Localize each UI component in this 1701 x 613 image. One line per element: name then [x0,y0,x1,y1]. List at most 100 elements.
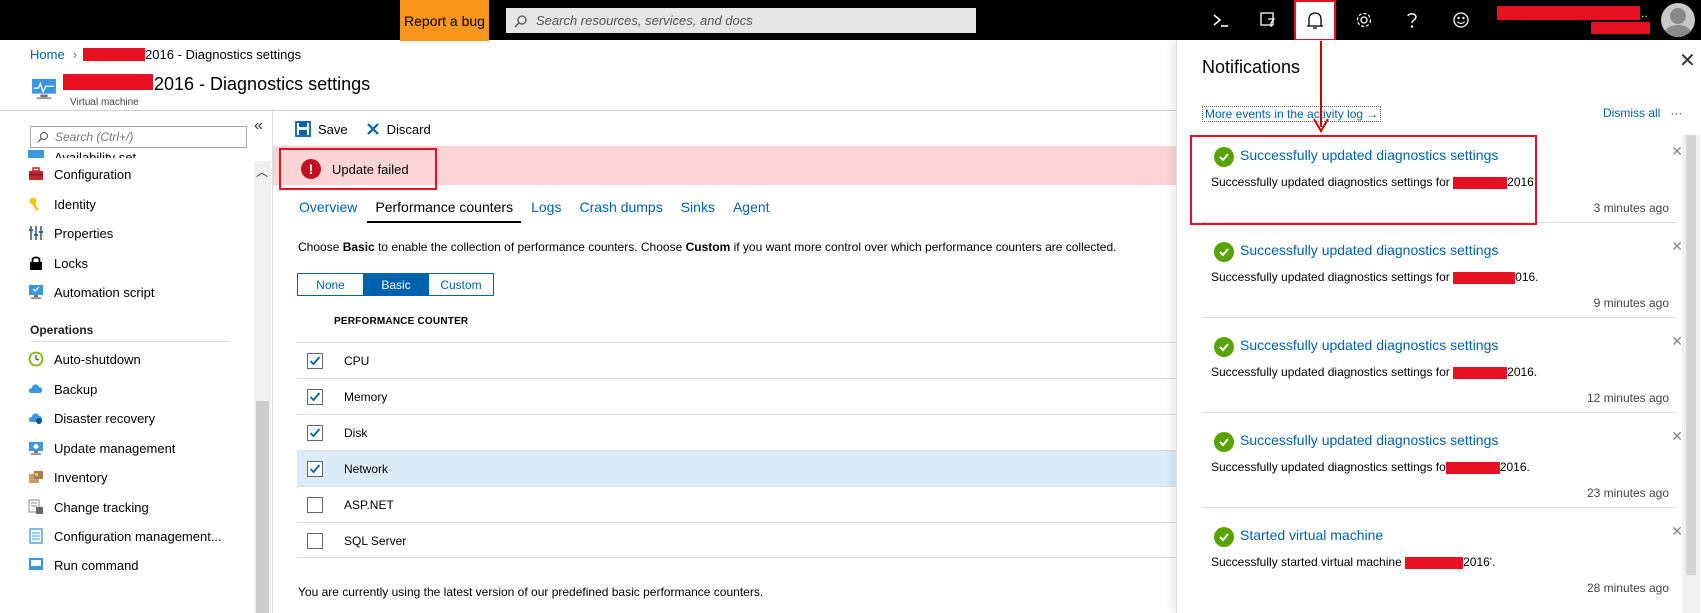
sidebar-item-run-command[interactable]: Run command [28,553,139,577]
search-icon [37,131,49,143]
avatar[interactable] [1661,3,1695,37]
scroll-up-arrow-icon[interactable]: ︿ [256,163,268,180]
redacted-username [1497,6,1640,20]
desc-text: Choose [298,240,343,254]
tab-performance-counters[interactable]: Performance counters [367,199,522,223]
tab-overview[interactable]: Overview [299,199,357,223]
notification-item[interactable]: Successfully updated diagnostics setting… [1202,135,1683,223]
redacted-vm-name [83,48,146,61]
notifications-scrollbar[interactable] [1682,135,1700,613]
sidebar-item-disaster-recovery[interactable]: Disaster recovery [28,406,155,430]
notification-title[interactable]: Successfully updated diagnostics setting… [1240,432,1498,448]
table-row[interactable]: SQL Server [297,522,1176,558]
notification-item[interactable]: Successfully updated diagnostics setting… [1202,420,1683,508]
list-icon [29,528,43,544]
dismiss-all-label: Dismiss all [1603,106,1661,120]
save-button[interactable]: Save [295,121,348,137]
sidebar-item-identity[interactable]: Identity [28,192,96,216]
desc-text: to enable the collection of performance … [374,240,686,254]
mode-custom-button[interactable]: Custom [428,274,493,295]
sidebar-item-label: Properties [54,225,114,241]
sidebar-item-availability-set[interactable]: Availability set [28,144,136,158]
report-bug-button[interactable]: Report a bug [400,0,489,41]
page-subtitle: Virtual machine [70,97,139,108]
sidebar-item-locks[interactable]: Locks [28,251,88,275]
performance-counter-column-header: PERFORMANCE COUNTER [334,316,469,327]
gear-icon [1356,12,1372,28]
global-search[interactable] [506,8,976,33]
sidebar-item-automation-script[interactable]: Automation script [28,280,154,304]
sql-server-checkbox[interactable] [307,532,323,549]
notification-item[interactable]: Successfully updated diagnostics setting… [1202,325,1683,413]
cloud-backup-icon [28,384,43,393]
sidebar-item-backup[interactable]: Backup [28,377,97,401]
tab-sinks[interactable]: Sinks [681,199,715,223]
sidebar-item-configuration[interactable]: Configuration [28,162,131,186]
save-icon [295,121,311,137]
feedback-button[interactable] [1441,0,1481,40]
clock-icon [28,351,44,367]
sidebar-item-configuration-management[interactable]: Configuration management... [28,524,222,548]
close-panel-button[interactable]: ✕ [1679,48,1696,73]
settings-button[interactable] [1344,0,1384,40]
body-text: 016. [1515,270,1539,284]
dismiss-all-button[interactable]: Dismiss all ··· [1603,106,1682,120]
menu-scrollbar-thumb[interactable] [256,401,269,613]
notification-title[interactable]: Successfully updated diagnostics setting… [1240,337,1498,353]
sidebar-item-auto-shutdown[interactable]: Auto-shutdown [28,347,141,371]
notification-body: Successfully started virtual machine 201… [1211,555,1495,569]
notification-item[interactable]: Started virtual machine Successfully sta… [1202,515,1683,603]
error-message: Update failed [332,161,409,177]
notification-title[interactable]: Successfully updated diagnostics setting… [1240,147,1498,163]
tab-logs[interactable]: Logs [531,199,561,223]
network-checkbox[interactable] [307,460,323,477]
sidebar-item-inventory[interactable]: Inventory [28,465,107,489]
discard-label: Discard [386,121,431,137]
notification-title[interactable]: Started virtual machine [1240,527,1383,543]
sidebar-item-label: Automation script [54,284,155,300]
table-row[interactable]: ASP.NET [297,486,1176,522]
menu-scrollbar[interactable]: ︿ [254,161,271,613]
table-row[interactable]: Disk [297,414,1176,450]
breadcrumb-current: 2016 - Diagnostics settings [145,47,302,62]
redacted-vm-name [1453,176,1508,189]
sidebar-item-change-tracking[interactable]: Change tracking [28,495,149,519]
search-input[interactable] [536,13,966,28]
notification-time: 23 minutes ago [1586,486,1669,500]
checkmark-icon [309,427,321,437]
notifications-scrollbar-thumb[interactable] [1686,135,1696,575]
menu-search-input[interactable] [55,130,235,144]
directory-filter-button[interactable] [1248,0,1288,40]
collapse-menu-button[interactable]: « [254,117,263,135]
sidebar-item-properties[interactable]: Properties [28,221,113,245]
breadcrumb-home-link[interactable]: Home [30,47,65,62]
redacted-title-vm-name [63,74,153,90]
cloud-shell-button[interactable] [1201,0,1241,40]
error-highlight: ! Update failed [279,148,437,190]
notification-item[interactable]: Successfully updated diagnostics setting… [1202,230,1683,318]
mode-none-button[interactable]: None [298,274,363,295]
memory-checkbox[interactable] [307,388,323,405]
command-bar: Save Discard [295,121,449,137]
counter-label: ASP.NET [344,497,394,512]
disk-checkbox[interactable] [307,424,323,441]
tab-agent[interactable]: Agent [733,199,770,223]
tab-crash-dumps[interactable]: Crash dumps [579,199,662,223]
table-row[interactable]: Network [297,450,1176,486]
more-options-icon[interactable]: ··· [1670,106,1682,120]
table-row[interactable]: CPU [297,342,1176,378]
notification-title[interactable]: Successfully updated diagnostics setting… [1240,242,1498,258]
sidebar-item-label: Availability set [54,150,137,158]
counter-label: SQL Server [344,533,407,548]
cpu-checkbox[interactable] [307,352,323,369]
table-row[interactable]: Memory [297,378,1176,414]
mode-basic-button[interactable]: Basic [363,274,428,295]
discard-button[interactable]: Discard [366,122,431,137]
aspnet-checkbox[interactable] [307,496,323,513]
notifications-button[interactable] [1294,0,1336,41]
activity-log-link[interactable]: More events in the activity log → [1202,106,1382,122]
sidebar-item-update-management[interactable]: Update management [28,436,175,460]
counters-footnote: You are currently using the latest versi… [298,585,764,599]
help-button[interactable] [1392,0,1432,40]
sidebar-item-label: Identity [54,196,96,212]
